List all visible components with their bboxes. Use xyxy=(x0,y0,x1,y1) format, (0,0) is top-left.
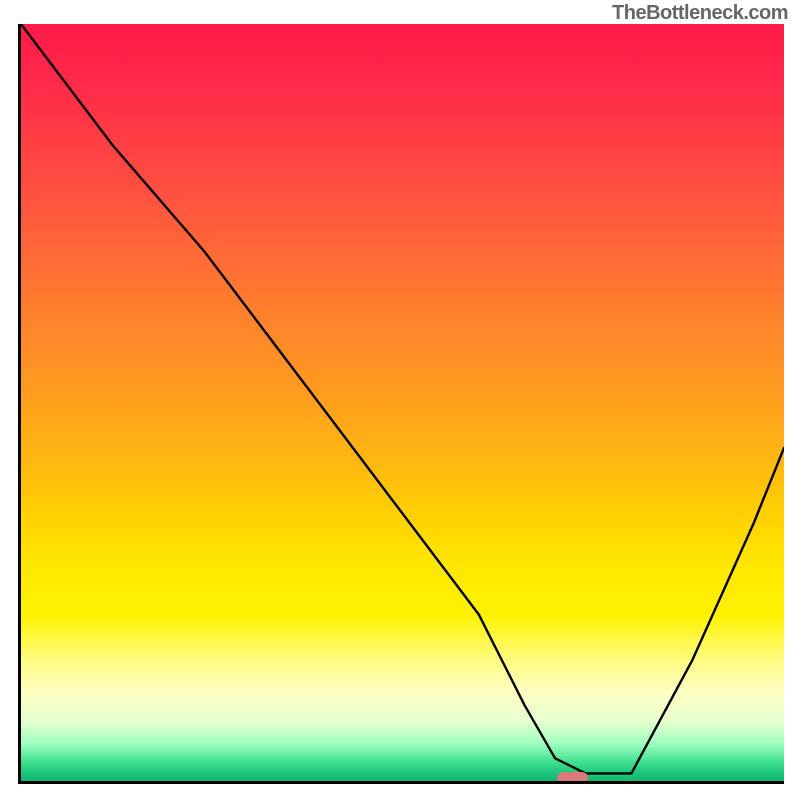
optimal-marker xyxy=(557,772,588,784)
bottleneck-curve xyxy=(21,24,784,781)
chart-plot-area xyxy=(18,24,784,784)
watermark-text: TheBottleneck.com xyxy=(612,2,788,25)
